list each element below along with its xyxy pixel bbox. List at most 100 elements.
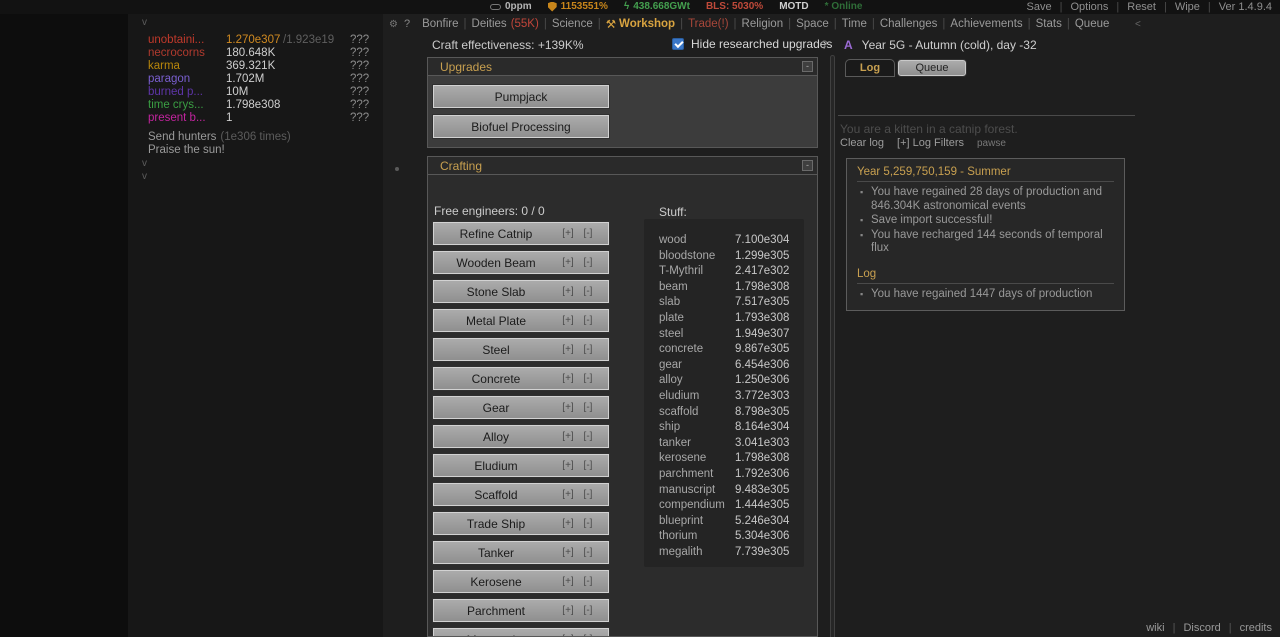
panel-collapse-button[interactable]: - bbox=[802, 61, 813, 72]
tab-bonfire[interactable]: Bonfire bbox=[422, 18, 458, 30]
resource-unknown: ??? bbox=[350, 34, 369, 47]
craft-button[interactable]: Wooden Beam[+][-] bbox=[433, 251, 609, 274]
stuff-row: plate1.793e308 bbox=[644, 311, 804, 327]
craft-plus-button[interactable]: [+] bbox=[558, 228, 578, 239]
craft-minus-button[interactable]: [-] bbox=[578, 605, 598, 616]
gear-icon[interactable]: ⚙ bbox=[389, 19, 398, 30]
craft-minus-button[interactable]: [-] bbox=[578, 518, 598, 529]
stuff-value: 2.417e302 bbox=[735, 264, 789, 280]
craft-button[interactable]: Trade Ship[+][-] bbox=[433, 512, 609, 535]
log-section: LogYou have regained 1447 days of produc… bbox=[857, 265, 1114, 302]
craft-plus-button[interactable]: [+] bbox=[558, 489, 578, 500]
craft-button[interactable]: Tanker[+][-] bbox=[433, 541, 609, 564]
craft-plus-button[interactable]: [+] bbox=[558, 518, 578, 529]
craft-plus-button[interactable]: [+] bbox=[558, 373, 578, 384]
craft-buttons: Refine Catnip[+][-] Wooden Beam[+][-] Ston… bbox=[433, 222, 609, 637]
craft-plus-button[interactable]: [+] bbox=[558, 576, 578, 587]
craft-plus-button[interactable]: [+] bbox=[558, 547, 578, 558]
log-filters-link[interactable]: [+] Log Filters bbox=[897, 137, 964, 149]
craft-plus-button[interactable]: [+] bbox=[558, 344, 578, 355]
craft-minus-button[interactable]: [-] bbox=[578, 373, 598, 384]
craft-button[interactable]: Scaffold[+][-] bbox=[433, 483, 609, 506]
craft-plus-button[interactable]: [+] bbox=[558, 431, 578, 442]
tab-science[interactable]: Science bbox=[539, 18, 593, 30]
center-scrollbar[interactable] bbox=[830, 55, 835, 637]
help-icon[interactable]: ? bbox=[404, 18, 410, 30]
craft-plus-button[interactable]: [+] bbox=[558, 257, 578, 268]
resource-action-link[interactable]: Praise the sun! bbox=[148, 144, 291, 157]
craft-button[interactable]: Concrete[+][-] bbox=[433, 367, 609, 390]
topbar-menu-item[interactable]: Save bbox=[1027, 1, 1052, 13]
topbar-menu-item[interactable]: Wipe bbox=[1156, 1, 1200, 13]
craft-button[interactable]: Manuscript[+][-] bbox=[433, 628, 609, 637]
craft-minus-button[interactable]: [-] bbox=[578, 228, 598, 239]
clear-log-link[interactable]: Clear log bbox=[840, 137, 884, 149]
stuff-row: beam1.798e308 bbox=[644, 280, 804, 296]
craft-plus-button[interactable]: [+] bbox=[558, 460, 578, 471]
collapse-arrow-icon[interactable]: v bbox=[142, 158, 147, 170]
craft-button[interactable]: Kerosene[+][-] bbox=[433, 570, 609, 593]
craft-minus-button[interactable]: [-] bbox=[578, 402, 598, 413]
footer-link-wiki[interactable]: wiki bbox=[1146, 622, 1164, 634]
collapse-arrow-icon[interactable]: v bbox=[142, 171, 147, 183]
craft-minus-button[interactable]: [-] bbox=[578, 489, 598, 500]
tab-label: Workshop bbox=[619, 18, 675, 30]
pause-log-link[interactable]: pawse bbox=[977, 138, 1006, 149]
topbar-menu-item[interactable]: Ver 1.4.9.4 bbox=[1200, 1, 1272, 13]
craft-plus-button[interactable]: [+] bbox=[558, 402, 578, 413]
log-section: Year 5,259,750,159 - SummerYou have rega… bbox=[857, 163, 1114, 256]
craft-minus-button[interactable]: [-] bbox=[578, 257, 598, 268]
craft-plus-button[interactable]: [+] bbox=[558, 315, 578, 326]
tab-trade[interactable]: Trade(!) bbox=[675, 18, 728, 30]
workshop-help-icon[interactable]: ? bbox=[821, 38, 828, 52]
craft-minus-button[interactable]: [-] bbox=[578, 576, 598, 587]
right-panel-collapse-icon[interactable]: < bbox=[1135, 19, 1141, 30]
tab-achievements[interactable]: Achievements bbox=[937, 18, 1022, 30]
craft-minus-button[interactable]: [-] bbox=[578, 460, 598, 471]
resource-sidebar: v unobtaini...1.270e307/1.923e19???necro… bbox=[130, 14, 383, 634]
tab-log[interactable]: Log bbox=[845, 59, 895, 77]
upgrade-button[interactable]: Pumpjack bbox=[433, 85, 609, 108]
tab-challenges[interactable]: Challenges bbox=[867, 18, 938, 30]
resource-action-link[interactable]: Send hunters(1e306 times) bbox=[148, 131, 291, 144]
craft-minus-button[interactable]: [-] bbox=[578, 344, 598, 355]
craft-button[interactable]: Parchment[+][-] bbox=[433, 599, 609, 622]
upgrades-panel-header[interactable]: Upgrades - bbox=[427, 57, 818, 76]
panel-collapse-button[interactable]: - bbox=[802, 160, 813, 171]
craft-button[interactable]: Eludium[+][-] bbox=[433, 454, 609, 477]
craft-minus-button[interactable]: [-] bbox=[578, 286, 598, 297]
footer-link-credits[interactable]: credits bbox=[1221, 622, 1272, 634]
footer-link-discord[interactable]: Discord bbox=[1165, 622, 1221, 634]
crafting-panel-header[interactable]: Crafting - bbox=[427, 156, 818, 175]
stuff-value: 1.949e307 bbox=[735, 327, 789, 343]
tab-space[interactable]: Space bbox=[783, 18, 829, 30]
craft-plus-button[interactable]: [+] bbox=[558, 605, 578, 616]
topbar-menu-item[interactable]: Reset bbox=[1108, 1, 1156, 13]
craft-button[interactable]: Steel[+][-] bbox=[433, 338, 609, 361]
craft-button[interactable]: Metal Plate[+][-] bbox=[433, 309, 609, 332]
tab-queue[interactable]: Queue bbox=[1062, 18, 1110, 30]
tab-religion[interactable]: Religion bbox=[729, 18, 784, 30]
upgrade-button[interactable]: Biofuel Processing bbox=[433, 115, 609, 138]
hide-upgrades-checkbox[interactable] bbox=[672, 38, 684, 50]
topbar-stat-motd[interactable]: MOTD bbox=[779, 1, 808, 12]
tab-time[interactable]: Time bbox=[829, 18, 867, 30]
tab-workshop[interactable]: ⚒Workshop bbox=[593, 17, 675, 31]
craft-plus-button[interactable]: [+] bbox=[558, 286, 578, 297]
tab-stats[interactable]: Stats bbox=[1023, 18, 1062, 30]
craft-button[interactable]: Refine Catnip[+][-] bbox=[433, 222, 609, 245]
craft-button[interactable]: Alloy[+][-] bbox=[433, 425, 609, 448]
topbar-menu-item[interactable]: Options bbox=[1052, 1, 1109, 13]
calendar-row: A Year 5G - Autumn (cold), day -32 bbox=[844, 38, 1037, 52]
collapse-arrow-icon[interactable]: v bbox=[142, 17, 147, 29]
craft-minus-button[interactable]: [-] bbox=[578, 547, 598, 558]
craft-button[interactable]: Stone Slab[+][-] bbox=[433, 280, 609, 303]
tab-queue[interactable]: Queue bbox=[898, 60, 966, 76]
craft-button[interactable]: Gear[+][-] bbox=[433, 396, 609, 419]
resource-actions: Send hunters(1e306 times)Praise the sun! bbox=[148, 131, 291, 157]
tab-deities[interactable]: Deities(55K) bbox=[459, 18, 539, 30]
topbar-stat-online[interactable]: * Online bbox=[825, 1, 863, 12]
craft-minus-button[interactable]: [-] bbox=[578, 431, 598, 442]
craft-minus-button[interactable]: [-] bbox=[578, 315, 598, 326]
stuff-value: 9.483e305 bbox=[735, 483, 789, 499]
